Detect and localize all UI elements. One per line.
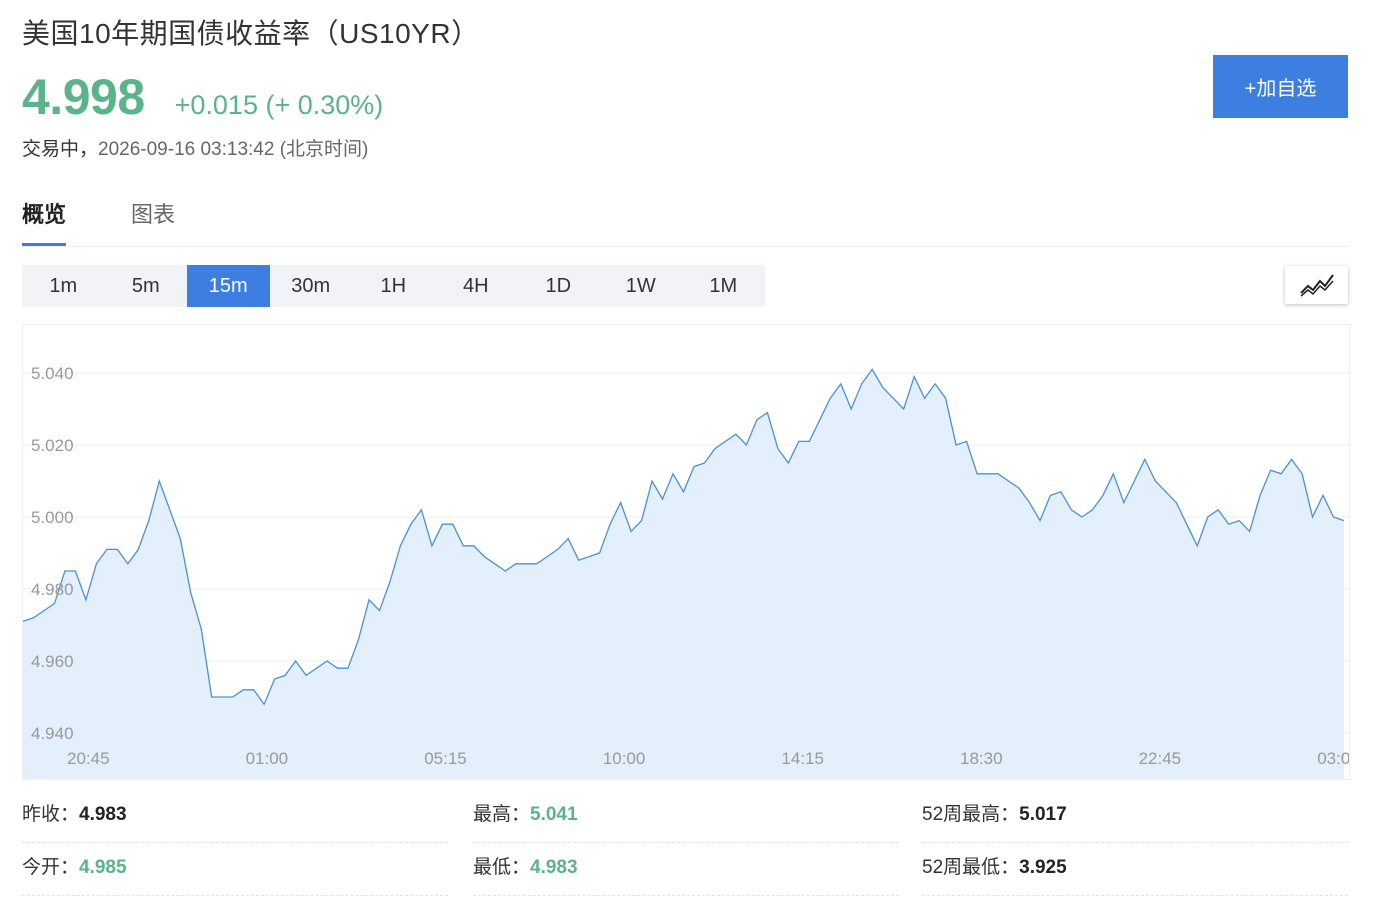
stat-low: 最低：4.983 [473, 843, 899, 896]
x-tick-label: 22:45 [1139, 749, 1182, 768]
stat-label: 昨收： [22, 804, 80, 825]
view-tabs: 概览 图表 [22, 196, 1350, 247]
y-tick-label: 4.940 [31, 724, 74, 743]
x-tick-label: 03:0 [1317, 749, 1349, 768]
stat-label: 52周最低： [922, 857, 1020, 878]
status-timestamp: 2026-09-16 03:13:42 (北京时间) [98, 139, 369, 160]
stat-open: 今开：4.985 [22, 843, 448, 896]
add-to-watchlist-button[interactable]: +加自选 [1213, 55, 1348, 118]
stat-label: 今开： [22, 857, 80, 878]
period-1d[interactable]: 1D [517, 265, 600, 307]
current-price: 4.998 [22, 69, 145, 125]
period-15m[interactable]: 15m [187, 265, 270, 307]
y-tick-label: 5.000 [31, 508, 74, 527]
period-1h[interactable]: 1H [352, 265, 435, 307]
x-tick-label: 18:30 [960, 749, 1003, 768]
stat-value: 4.983 [530, 857, 578, 878]
stat-label: 52周最高： [922, 804, 1020, 825]
y-tick-label: 4.960 [31, 652, 74, 671]
line-chart-icon [1299, 274, 1334, 297]
period-1mo[interactable]: 1M [682, 265, 765, 307]
y-tick-label: 5.040 [31, 364, 74, 383]
period-1m[interactable]: 1m [22, 265, 105, 307]
stat-value: 4.983 [79, 804, 127, 825]
x-tick-label: 01:00 [246, 749, 289, 768]
x-tick-label: 14:15 [781, 749, 824, 768]
yield-chart: 4.940 4.960 4.980 5.000 5.020 5.040 20:45 01:0… [22, 324, 1350, 780]
stat-label: 最低： [473, 857, 531, 878]
tab-chart[interactable]: 图表 [131, 196, 175, 246]
trading-status: 交易中，2026-09-16 03:13:42 (北京时间) [22, 134, 368, 161]
stat-prev-close: 昨收：4.983 [22, 790, 448, 843]
stat-value: 3.925 [1019, 857, 1067, 878]
status-label: 交易中， [22, 139, 99, 160]
tab-overview[interactable]: 概览 [22, 196, 67, 246]
stat-label: 最高： [473, 804, 531, 825]
stat-value: 5.017 [1019, 804, 1067, 825]
x-tick-label: 20:45 [67, 749, 110, 768]
price-change: +0.015 (+ 0.30%) [174, 90, 384, 120]
x-tick-label: 05:15 [424, 749, 467, 768]
y-tick-label: 5.020 [31, 436, 74, 455]
yield-chart-svg: 4.940 4.960 4.980 5.000 5.020 5.040 20:45 01:0… [23, 364, 1349, 779]
stat-52w-low: 52周最低：3.925 [922, 843, 1348, 896]
price-row: 4.998 +0.015 (+ 0.30%) [22, 68, 383, 130]
chart-type-toggle[interactable] [1285, 266, 1348, 304]
x-tick-label: 10:00 [603, 749, 646, 768]
yield-area [23, 369, 1344, 779]
period-30m[interactable]: 30m [270, 265, 353, 307]
period-1w[interactable]: 1W [600, 265, 683, 307]
period-4h[interactable]: 4H [435, 265, 518, 307]
stat-52w-high: 52周最高：5.017 [922, 790, 1348, 843]
y-tick-label: 4.980 [31, 580, 74, 599]
page-title: 美国10年期国债收益率（US10YR） [22, 18, 480, 49]
period-selector: 1m 5m 15m 30m 1H 4H 1D 1W 1M [22, 265, 765, 307]
stat-value: 5.041 [530, 804, 578, 825]
period-5m[interactable]: 5m [105, 265, 188, 307]
stat-value: 4.985 [79, 857, 127, 878]
stat-high: 最高：5.041 [473, 790, 899, 843]
